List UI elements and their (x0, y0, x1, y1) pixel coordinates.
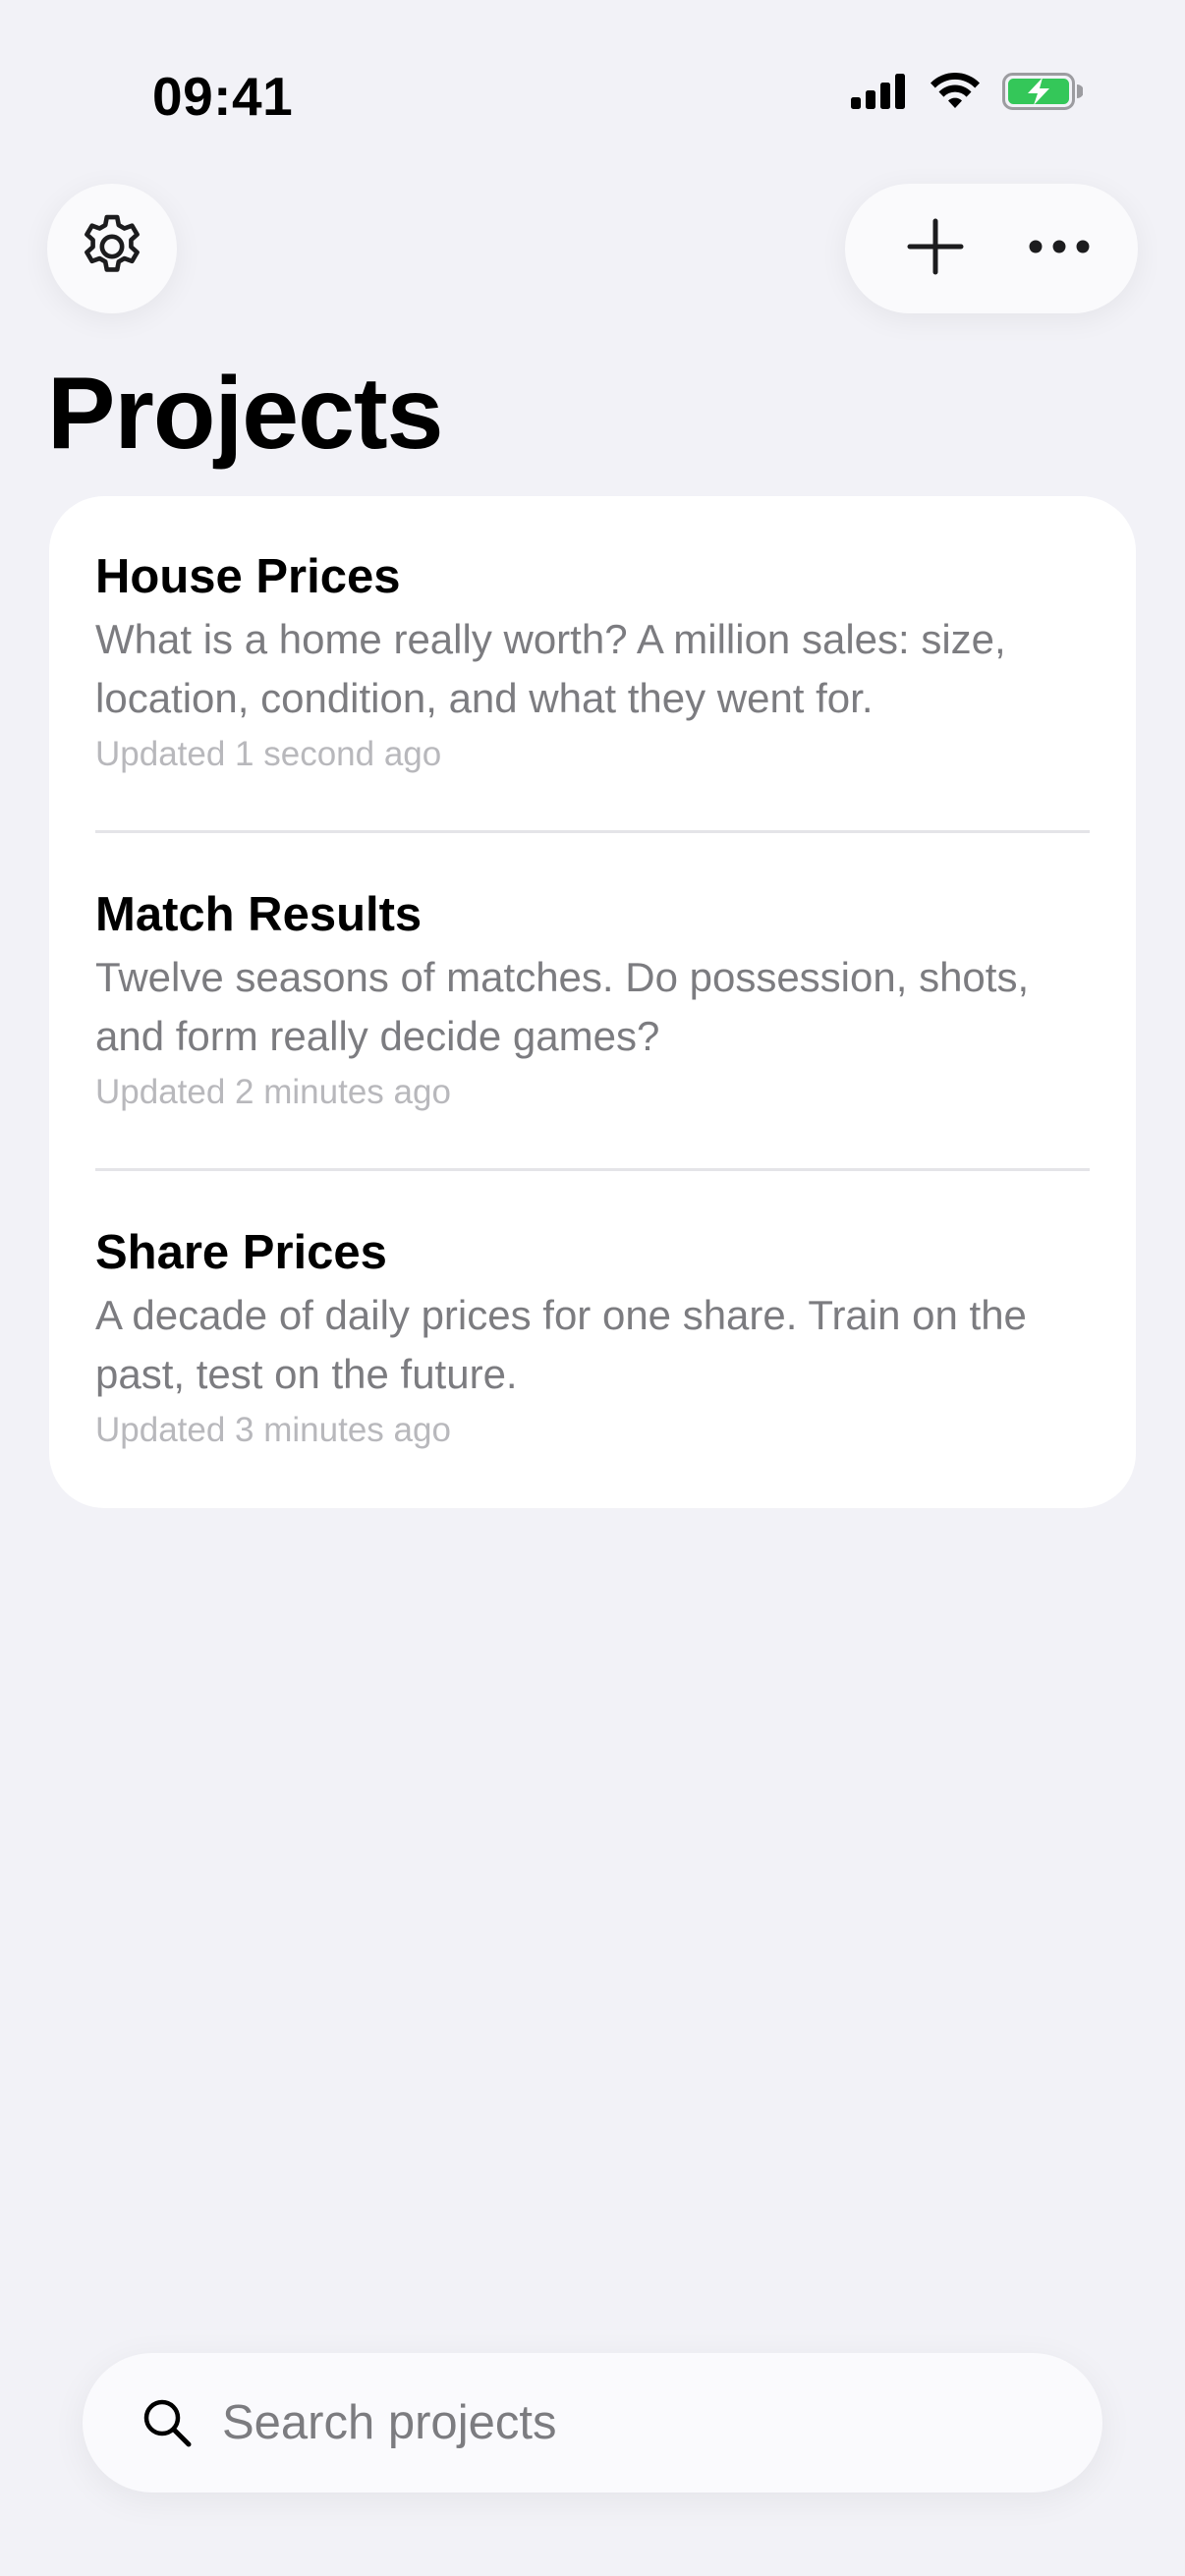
project-row-house-prices[interactable]: House Prices What is a home really worth… (95, 545, 1090, 779)
divider (95, 1168, 1090, 1171)
ellipsis-icon (1028, 239, 1091, 259)
project-description: What is a home really worth? A million s… (95, 616, 1006, 721)
plus-icon (906, 217, 965, 281)
gear-icon (76, 210, 148, 288)
search-icon (140, 2395, 195, 2450)
project-updated: Updated 3 minutes ago (95, 1411, 451, 1449)
page-title: Projects (47, 357, 443, 471)
add-button[interactable] (886, 199, 985, 298)
project-title: Match Results (95, 888, 423, 941)
status-bar: 09:41 (0, 0, 1185, 187)
project-list: House Prices What is a home really worth… (49, 496, 1136, 1508)
project-updated: Updated 2 minutes ago (95, 1073, 451, 1111)
project-title: Share Prices (95, 1226, 387, 1279)
project-updated: Updated 1 second ago (95, 735, 442, 773)
status-time: 09:41 (152, 66, 294, 127)
more-button[interactable] (1010, 199, 1108, 298)
cellular-signal-icon (851, 74, 908, 114)
battery-charging-icon (1002, 73, 1084, 115)
project-title: House Prices (95, 550, 401, 603)
search-input[interactable] (222, 2395, 1028, 2450)
search-bar[interactable] (83, 2353, 1102, 2492)
project-description: A decade of daily prices for one share. … (95, 1292, 1027, 1397)
status-icons (851, 72, 1084, 115)
wifi-icon (930, 72, 981, 115)
project-row-share-prices[interactable]: Share Prices A decade of daily prices fo… (95, 1221, 1090, 1455)
project-description: Twelve seasons of matches. Do possession… (95, 954, 1030, 1059)
project-row-match-results[interactable]: Match Results Twelve seasons of matches.… (95, 883, 1090, 1117)
settings-button[interactable] (47, 184, 177, 313)
toolbar-actions (845, 184, 1138, 313)
divider (95, 830, 1090, 833)
